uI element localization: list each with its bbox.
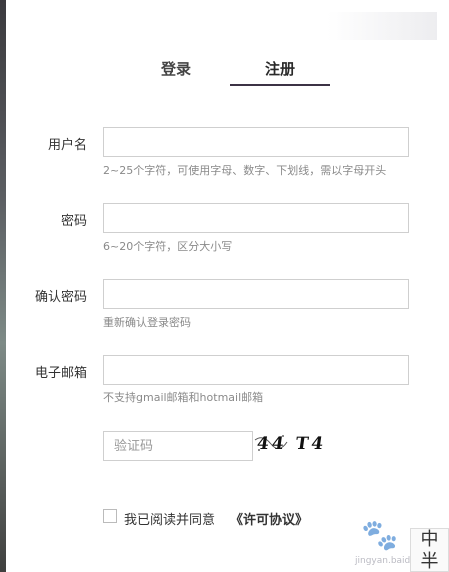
confirm-password-label: 确认密码	[34, 290, 87, 305]
username-input[interactable]	[103, 127, 409, 157]
captcha-text: 44 T4	[255, 434, 328, 454]
top-faint-area	[327, 12, 437, 40]
username-label: 用户名	[47, 138, 87, 153]
email-input[interactable]	[103, 355, 409, 385]
captcha-image[interactable]: 44 T4	[253, 432, 333, 458]
password-input[interactable]	[103, 203, 409, 233]
captcha-input[interactable]	[103, 431, 253, 461]
language-toggle-label: 中 半	[420, 529, 439, 572]
confirm-password-input[interactable]	[103, 279, 409, 309]
active-tab-indicator	[230, 84, 330, 86]
tab-login[interactable]: 登录	[161, 58, 191, 79]
agreement-checkbox[interactable]	[103, 509, 117, 523]
email-label: 电子邮箱	[34, 366, 87, 381]
tab-register[interactable]: 注册	[265, 58, 295, 79]
username-hint: 2~25个字符，可使用字母、数字、下划线，需以字母开头	[103, 164, 387, 177]
agreement-text: 我已阅读并同意	[124, 513, 216, 528]
password-hint: 6~20个字符，区分大小写	[103, 240, 233, 253]
email-hint: 不支持gmail邮箱和hotmail邮箱	[103, 391, 264, 404]
license-agreement-link[interactable]: 《许可协议》	[230, 509, 308, 528]
password-label: 密码	[60, 214, 87, 229]
language-toggle-button[interactable]: 中 半	[410, 528, 449, 572]
paw-icon: 🐾	[361, 518, 399, 553]
confirm-password-hint: 重新确认登录密码	[103, 316, 191, 329]
